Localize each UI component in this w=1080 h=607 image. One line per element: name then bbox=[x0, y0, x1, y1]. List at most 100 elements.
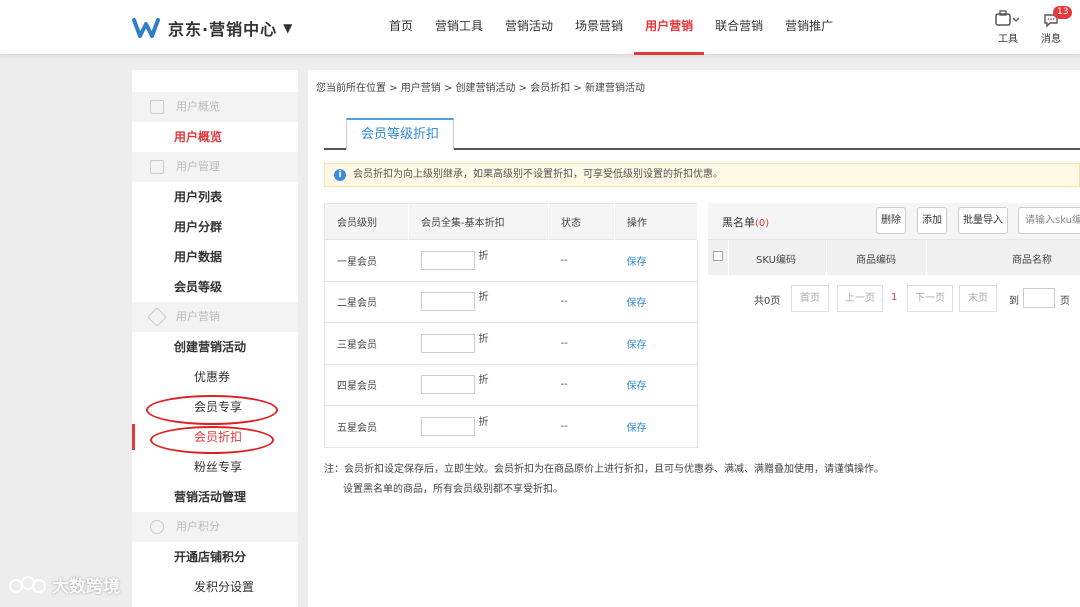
nav-joint-marketing[interactable]: 联合营销 bbox=[704, 0, 774, 55]
user-manage-icon bbox=[150, 160, 164, 174]
total-pages: 共0页 bbox=[754, 296, 781, 307]
goto-page-input[interactable] bbox=[1023, 288, 1055, 308]
sidebar-item-create-activity[interactable]: 创建营销活动 bbox=[132, 332, 298, 362]
highlight-circle-discount bbox=[150, 426, 274, 454]
main-content: 您当前所在位置 > 用户营销 > 创建营销活动 > 会员折扣 > 新建营销活动 … bbox=[308, 70, 1080, 607]
save-link[interactable]: 保存 bbox=[627, 423, 647, 434]
discount-unit: 折 bbox=[478, 292, 489, 304]
table-row: 一星会员 折 -- 保存 bbox=[324, 239, 698, 281]
tab-bar: 会员等级折扣 bbox=[324, 118, 1080, 150]
sidebar-group-manage: 用户管理 bbox=[132, 152, 298, 182]
goto-label: 到 bbox=[1009, 296, 1019, 307]
table-row: 二星会员 折 -- 保存 bbox=[324, 280, 698, 323]
delete-button[interactable]: 删除 bbox=[876, 207, 906, 234]
message-count-badge: 13 bbox=[1053, 6, 1073, 19]
col-discount: 会员全集-基本折扣 bbox=[408, 203, 549, 240]
sidebar-item-user-group[interactable]: 用户分群 bbox=[132, 212, 298, 242]
watermark: 大数跨境 bbox=[8, 572, 120, 597]
discount-input[interactable] bbox=[420, 250, 475, 270]
col-level: 会员级别 bbox=[324, 203, 409, 240]
col-sku: SKU编码 bbox=[756, 255, 796, 266]
info-notice: i 会员折扣为向上级别继承，如果高级别不设置折扣，可享受低级别设置的折扣优惠。 bbox=[324, 163, 1080, 187]
overview-icon bbox=[150, 100, 164, 114]
messages-button[interactable]: 13 消息 bbox=[1036, 6, 1073, 45]
blacklist-columns: SKU编码 商品编码 商品名称 bbox=[708, 239, 1080, 276]
top-navbar: 京东·营销中心 ▼ 首页 营销工具 营销活动 场景营销 用户营销 联合营销 营销… bbox=[0, 0, 1080, 55]
sidebar-sub-issue-points[interactable]: 发积分设置 bbox=[132, 572, 298, 602]
sidebar-item-member-level[interactable]: 会员等级 bbox=[132, 272, 298, 302]
table-row: 四星会员 折 -- 保存 bbox=[324, 363, 698, 406]
tools-label: 工具 bbox=[998, 34, 1018, 45]
sidebar-item-open-points[interactable]: 开通店铺积分 bbox=[132, 542, 298, 572]
highlight-circle-exclusive bbox=[146, 395, 278, 425]
prev-page-button[interactable]: 上一页 bbox=[837, 285, 883, 312]
blacklist-panel: 黑名单(0) 删除 添加 批量导入 请输入sku编号 SKU编码 商品编码 商品… bbox=[708, 203, 1080, 312]
col-action: 操作 bbox=[614, 203, 698, 240]
sidebar-item-user-overview[interactable]: 用户概览 bbox=[132, 122, 298, 152]
add-button[interactable]: 添加 bbox=[917, 207, 947, 234]
note-line-1: 注：会员折扣设定保存后，立即生效。会员折扣为在商品原价上进行折扣，且可与优惠券、… bbox=[324, 464, 884, 475]
nav-scene-marketing[interactable]: 场景营销 bbox=[564, 0, 634, 55]
col-status: 状态 bbox=[548, 203, 615, 240]
next-page-button[interactable]: 下一页 bbox=[907, 285, 953, 312]
level-name: 三星会员 bbox=[324, 322, 409, 364]
notes: 注：会员折扣设定保存后，立即生效。会员折扣为在商品原价上进行折扣，且可与优惠券、… bbox=[324, 460, 884, 500]
table-row: 五星会员 折 -- 保存 bbox=[324, 405, 698, 447]
status-value: -- bbox=[548, 280, 615, 323]
level-name: 二星会员 bbox=[324, 280, 409, 323]
tab-member-level-discount[interactable]: 会员等级折扣 bbox=[346, 118, 455, 150]
discount-unit: 折 bbox=[478, 375, 489, 387]
first-page-button[interactable]: 首页 bbox=[791, 285, 829, 312]
discount-unit: 折 bbox=[478, 333, 489, 345]
sidebar-group-overview: 用户概览 bbox=[132, 92, 298, 122]
sidebar-group-marketing: 用户营销 bbox=[132, 302, 298, 332]
sidebar-item-user-data[interactable]: 用户数据 bbox=[132, 242, 298, 272]
jd-logo-icon bbox=[132, 18, 160, 38]
status-value: -- bbox=[548, 363, 615, 406]
nav-marketing-tools[interactable]: 营销工具 bbox=[424, 0, 494, 55]
info-icon: i bbox=[334, 169, 346, 181]
breadcrumb: 您当前所在位置 > 用户营销 > 创建营销活动 > 会员折扣 > 新建营销活动 bbox=[316, 83, 645, 94]
save-link[interactable]: 保存 bbox=[627, 340, 647, 351]
tools-menu[interactable]: 工具 bbox=[986, 10, 1030, 45]
discount-input[interactable] bbox=[420, 375, 475, 395]
select-all-checkbox[interactable] bbox=[713, 251, 723, 261]
nav-marketing-promotion[interactable]: 营销推广 bbox=[774, 0, 844, 55]
brand-name: 京东·营销中心 bbox=[168, 20, 278, 39]
col-product-code: 商品编码 bbox=[856, 255, 896, 266]
discount-input[interactable] bbox=[420, 416, 475, 436]
discount-unit: 折 bbox=[478, 416, 489, 428]
eye-icon bbox=[150, 520, 164, 534]
status-value: -- bbox=[548, 239, 615, 281]
discount-input[interactable] bbox=[420, 333, 475, 353]
pagination: 共0页 首页 上一页 1 下一页 末页 到 页 bbox=[708, 285, 1080, 313]
note-line-2: 设置黑名单的商品，所有会员级别都不享受折扣。 bbox=[343, 484, 563, 495]
page-unit: 页 bbox=[1060, 296, 1070, 307]
sku-search-input[interactable]: 请输入sku编号 bbox=[1018, 207, 1080, 234]
brand-dropdown-icon[interactable]: ▼ bbox=[283, 21, 292, 35]
current-page: 1 bbox=[891, 292, 898, 303]
last-page-button[interactable]: 末页 bbox=[959, 285, 997, 312]
main-nav: 首页 营销工具 营销活动 场景营销 用户营销 联合营销 营销推广 bbox=[378, 0, 844, 55]
level-name: 五星会员 bbox=[324, 405, 409, 447]
save-link[interactable]: 保存 bbox=[627, 298, 647, 309]
blacklist-count: (0) bbox=[755, 218, 770, 229]
save-link[interactable]: 保存 bbox=[627, 257, 647, 268]
blacklist-header: 黑名单(0) 删除 添加 批量导入 请输入sku编号 bbox=[708, 203, 1080, 239]
sidebar-sub-coupon[interactable]: 优惠券 bbox=[132, 362, 298, 392]
sidebar-item-user-list[interactable]: 用户列表 bbox=[132, 182, 298, 212]
brand-logo[interactable]: 京东·营销中心 ▼ bbox=[132, 14, 292, 42]
nav-home[interactable]: 首页 bbox=[378, 0, 424, 55]
discount-input[interactable] bbox=[420, 292, 475, 312]
batch-import-button[interactable]: 批量导入 bbox=[958, 207, 1008, 234]
tag-icon bbox=[147, 307, 167, 327]
save-link[interactable]: 保存 bbox=[627, 381, 647, 392]
nav-user-marketing[interactable]: 用户营销 bbox=[634, 0, 705, 55]
watermark-logo-icon bbox=[9, 575, 46, 593]
sidebar-item-activity-manage[interactable]: 营销活动管理 bbox=[132, 482, 298, 512]
sidebar-sub-fans-exclusive[interactable]: 粉丝专享 bbox=[132, 452, 298, 482]
nav-marketing-activities[interactable]: 营销活动 bbox=[494, 0, 564, 55]
sidebar-group-points: 用户积分 bbox=[132, 512, 298, 542]
status-value: -- bbox=[548, 322, 615, 364]
table-row: 三星会员 折 -- 保存 bbox=[324, 322, 698, 364]
